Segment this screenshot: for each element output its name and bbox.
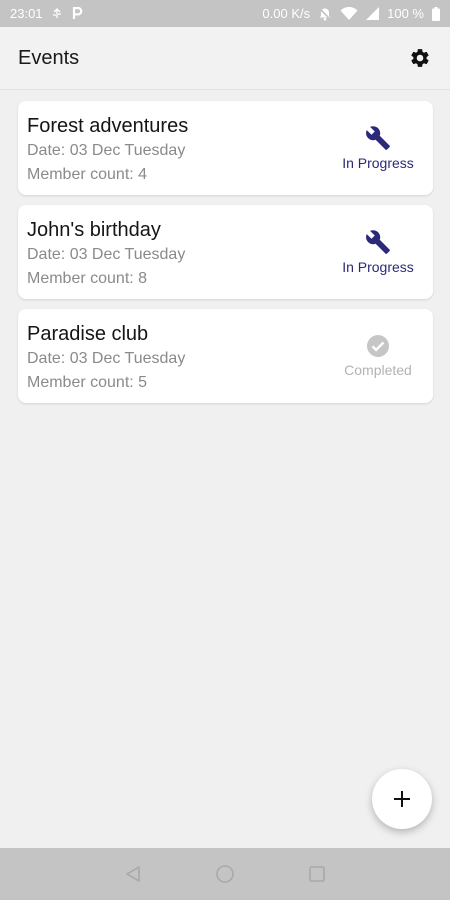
usb-icon xyxy=(51,7,63,20)
status-time: 23:01 xyxy=(10,6,43,21)
status-left: 23:01 xyxy=(10,6,83,21)
status-right: 0.00 K/s 100 % xyxy=(262,6,440,21)
event-list: Forest adventures Date: 03 Dec Tuesday M… xyxy=(18,101,433,413)
status-bar: 23:01 0.00 K/s 100 % xyxy=(0,0,450,27)
parking-icon xyxy=(71,7,83,20)
page-title: Events xyxy=(18,46,80,69)
signal-icon xyxy=(366,7,380,20)
plus-icon xyxy=(394,791,410,807)
gear-icon xyxy=(411,49,429,67)
navigation-bar xyxy=(0,848,450,900)
back-button[interactable] xyxy=(121,862,145,886)
app-bar: Events xyxy=(0,27,450,90)
add-event-button[interactable] xyxy=(372,769,432,829)
battery-icon xyxy=(432,6,440,21)
status-label: Completed xyxy=(344,362,412,378)
battery-level: 100 % xyxy=(387,6,424,21)
events-screen: 23:01 0.00 K/s 100 % Events Forest adven… xyxy=(0,0,450,900)
home-icon xyxy=(216,865,234,883)
status-label: In Progress xyxy=(342,155,414,171)
check-circle-icon xyxy=(367,335,389,357)
notifications-off-icon xyxy=(318,7,332,21)
event-card[interactable]: John's birthday Date: 03 Dec Tuesday Mem… xyxy=(18,205,433,299)
recents-icon xyxy=(309,866,325,882)
event-status: Completed xyxy=(333,309,423,403)
status-label: In Progress xyxy=(342,259,414,275)
wifi-icon xyxy=(340,6,358,21)
event-card[interactable]: Paradise club Date: 03 Dec Tuesday Membe… xyxy=(18,309,433,403)
event-status: In Progress xyxy=(333,205,423,299)
event-status: In Progress xyxy=(333,101,423,195)
settings-button[interactable] xyxy=(406,44,434,72)
home-button[interactable] xyxy=(213,862,237,886)
back-icon xyxy=(126,866,140,882)
recents-button[interactable] xyxy=(305,862,329,886)
wrench-icon xyxy=(366,126,390,150)
wrench-icon xyxy=(366,230,390,254)
network-speed: 0.00 K/s xyxy=(262,6,311,21)
event-card[interactable]: Forest adventures Date: 03 Dec Tuesday M… xyxy=(18,101,433,195)
